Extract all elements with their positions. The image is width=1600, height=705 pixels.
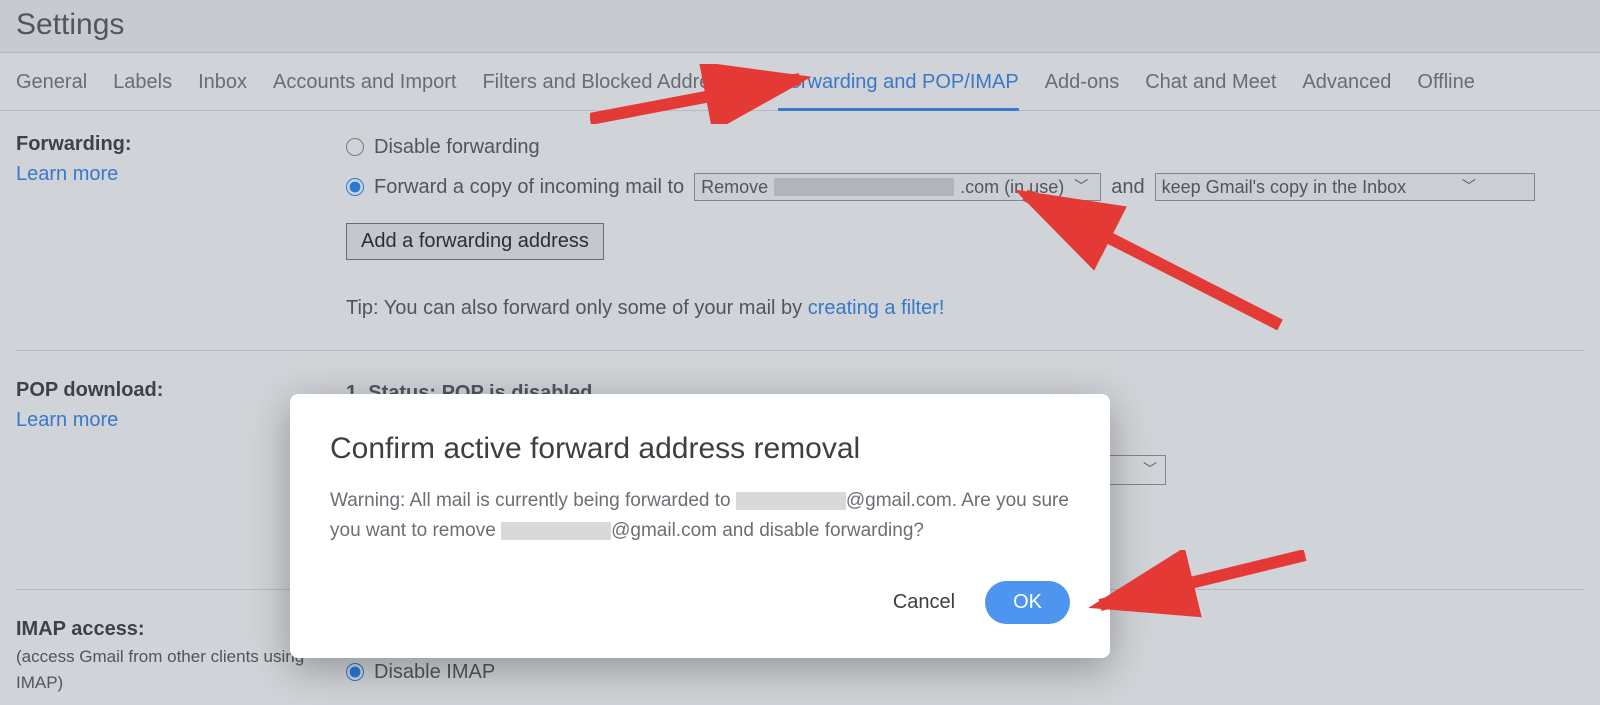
page-title: Settings [16, 8, 1584, 42]
tab-offline[interactable]: Offline [1417, 53, 1474, 110]
redacted-email [774, 178, 954, 196]
forwarding-address-suffix: .com (in use) [960, 171, 1064, 203]
disable-forwarding-label: Disable forwarding [374, 129, 540, 165]
forwarding-address-prefix: Remove [701, 171, 768, 203]
forwarding-section: Forwarding: Learn more Disable forwardin… [16, 129, 1584, 351]
settings-tabs: General Labels Inbox Accounts and Import… [0, 53, 1600, 111]
forwarding-tip: Tip: You can also forward only some of y… [346, 290, 1584, 326]
tab-addons[interactable]: Add-ons [1045, 53, 1120, 110]
forward-copy-label: Forward a copy of incoming mail to [374, 169, 684, 205]
tab-general[interactable]: General [16, 53, 87, 110]
redacted-email [736, 492, 846, 510]
keep-copy-select[interactable]: keep Gmail's copy in the Inbox ﹀ [1155, 173, 1535, 201]
confirm-removal-dialog: Confirm active forward address removal W… [290, 394, 1110, 658]
forwarding-heading: Forwarding: [16, 129, 346, 159]
creating-filter-link[interactable]: creating a filter! [808, 297, 945, 319]
tab-forwarding-pop-imap[interactable]: Forwarding and POP/IMAP [778, 53, 1019, 110]
chevron-down-icon: ﹀ [1143, 457, 1157, 482]
settings-header: Settings [0, 0, 1600, 53]
warning-part-1: Warning: All mail is currently being for… [330, 490, 736, 511]
tab-chat-meet[interactable]: Chat and Meet [1145, 53, 1276, 110]
warning-part-3: @gmail.com and disable forwarding? [611, 520, 924, 541]
tab-accounts[interactable]: Accounts and Import [273, 53, 456, 110]
tab-advanced[interactable]: Advanced [1302, 53, 1391, 110]
chevron-down-icon: ﹀ [1074, 174, 1088, 199]
dialog-warning: Warning: All mail is currently being for… [330, 486, 1070, 547]
keep-copy-option: keep Gmail's copy in the Inbox [1162, 171, 1407, 203]
disable-imap-radio[interactable] [346, 663, 364, 681]
tab-labels[interactable]: Labels [113, 53, 172, 110]
forwarding-address-select[interactable]: Remove .com (in use) ﹀ [694, 173, 1101, 201]
cancel-button[interactable]: Cancel [893, 591, 955, 614]
dialog-title: Confirm active forward address removal [330, 432, 1070, 466]
disable-imap-label: Disable IMAP [374, 654, 495, 690]
pop-learn-more-link[interactable]: Learn more [16, 409, 118, 431]
tab-filters[interactable]: Filters and Blocked Addresses [482, 53, 751, 110]
forwarding-learn-more-link[interactable]: Learn more [16, 163, 118, 185]
and-text: and [1111, 169, 1144, 205]
redacted-email [501, 522, 611, 540]
enable-forwarding-radio[interactable] [346, 178, 364, 196]
disable-forwarding-radio[interactable] [346, 138, 364, 156]
add-forwarding-address-button[interactable]: Add a forwarding address [346, 223, 604, 260]
chevron-down-icon: ﹀ [1462, 174, 1476, 199]
ok-button[interactable]: OK [985, 581, 1070, 624]
tab-inbox[interactable]: Inbox [198, 53, 247, 110]
tip-text: Tip: You can also forward only some of y… [346, 297, 808, 319]
